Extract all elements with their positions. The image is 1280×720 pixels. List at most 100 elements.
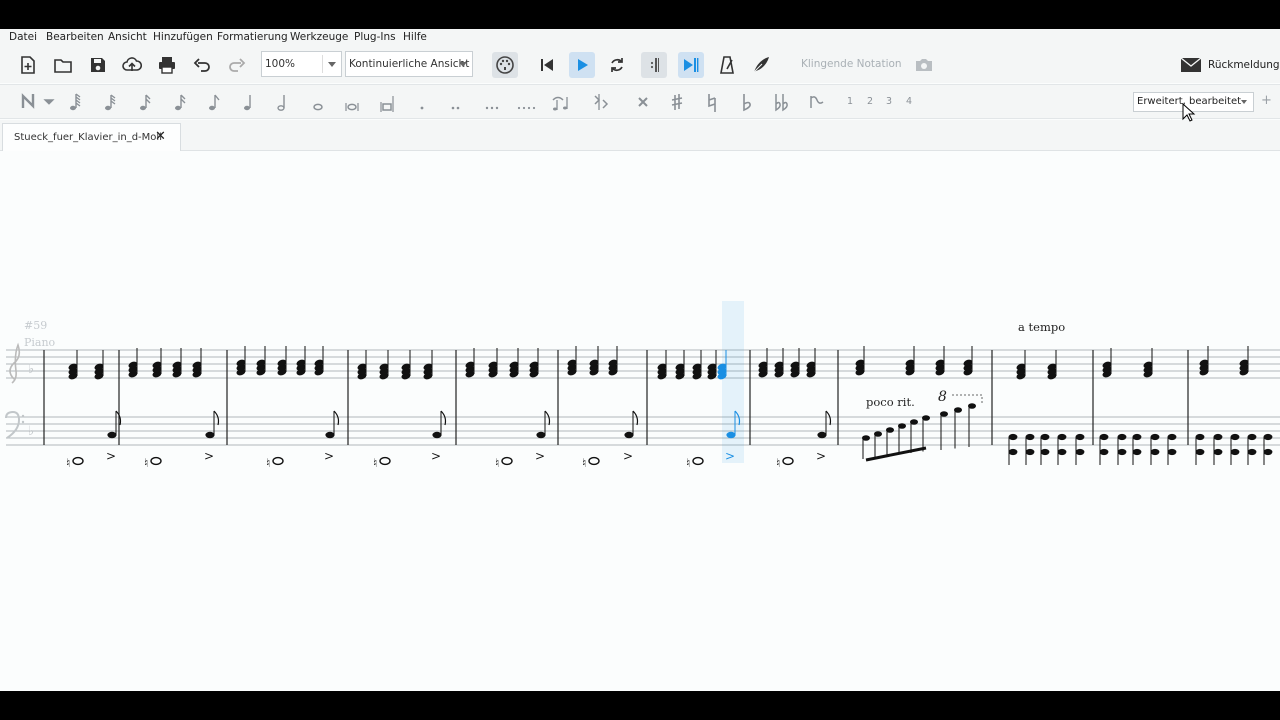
midi-input-button[interactable] xyxy=(492,52,518,78)
add-workspace-button[interactable]: + xyxy=(1261,93,1272,108)
menu-plugins[interactable]: Plug-Ins xyxy=(354,31,396,43)
print-button[interactable] xyxy=(154,52,180,78)
note-input-mode-button[interactable] xyxy=(18,91,40,113)
bass-chord xyxy=(1040,433,1050,465)
rest-button[interactable] xyxy=(590,91,612,113)
triple-dot-icon xyxy=(485,106,499,110)
treble-chord xyxy=(1047,350,1057,380)
bass-chord xyxy=(1247,433,1257,465)
score-canvas[interactable]: #59 Piano ♭ ♭ ♮ > ♮ > ♮ > ♮ > ♮ > ♮ > ♮ > ♮ > a tempo p… xyxy=(0,151,1280,691)
rewind-button[interactable] xyxy=(534,52,560,78)
treble-chord xyxy=(707,350,717,380)
bass-chord xyxy=(1117,433,1127,465)
score-tab-bar: Stueck_fuer_Klavier_in_d-Moll ✕ xyxy=(0,120,1280,151)
concert-pitch-toggle[interactable]: Klingende Notation xyxy=(801,58,902,70)
quarter-note-icon xyxy=(244,95,251,111)
menu-werkzeuge[interactable]: Werkzeuge xyxy=(290,31,348,43)
ottava-line xyxy=(952,394,983,403)
double-sharp-button[interactable] xyxy=(632,91,654,113)
redo-button[interactable] xyxy=(224,52,250,78)
undo-button[interactable] xyxy=(189,52,215,78)
voice-4-button[interactable]: 4 xyxy=(906,96,912,107)
menu-bearbeiten[interactable]: Bearbeiten xyxy=(46,31,104,43)
treble-chord xyxy=(152,348,162,378)
eighth-notehead xyxy=(624,431,634,439)
voice-2-button[interactable]: 2 xyxy=(867,96,873,107)
sixteenth-note-icon xyxy=(140,94,151,111)
duration-breve-button[interactable] xyxy=(341,91,363,113)
loop-button[interactable] xyxy=(604,52,630,78)
tempo-marking: a tempo xyxy=(1018,320,1065,334)
image-capture-button[interactable] xyxy=(911,52,937,78)
input-mode-dropdown[interactable] xyxy=(42,91,56,113)
augmentation-dot-button[interactable] xyxy=(411,91,433,113)
zoom-combobox[interactable]: 100% xyxy=(261,51,342,77)
tab-score[interactable]: Stueck_fuer_Klavier_in_d-Moll ✕ xyxy=(2,123,181,151)
quadruple-dot-button[interactable] xyxy=(515,91,537,113)
feedback-label: Rückmeldung xyxy=(1208,59,1280,71)
bass-voice: ♮ > xyxy=(144,410,220,470)
note-flag xyxy=(825,410,832,426)
view-mode-combobox[interactable]: Kontinuierliche Ansicht xyxy=(345,51,473,77)
notehead xyxy=(1195,448,1205,456)
flat-icon xyxy=(743,94,751,112)
bass-voice: ♮ > xyxy=(266,410,340,470)
sharp-button[interactable] xyxy=(666,91,688,113)
upload-button[interactable] xyxy=(119,52,145,78)
playback-settings-button[interactable] xyxy=(748,52,774,78)
loop-in-button[interactable] xyxy=(641,52,667,78)
menu-hinzufuegen[interactable]: Hinzufügen xyxy=(153,31,213,43)
key-signature: ♭ ♭ xyxy=(28,362,34,439)
double-flat-button[interactable] xyxy=(771,91,793,113)
notehead xyxy=(1040,433,1050,441)
accent-mark: > xyxy=(106,449,116,463)
mouse-cursor-icon xyxy=(1182,103,1196,122)
skip-back-icon xyxy=(541,59,553,71)
menu-formatierung[interactable]: Formatierung xyxy=(217,31,288,43)
metronome-button[interactable] xyxy=(714,52,740,78)
feedback-button[interactable]: Rückmeldung xyxy=(1180,55,1280,75)
duration-8th-button[interactable] xyxy=(204,91,226,113)
flat-button[interactable] xyxy=(736,91,758,113)
duration-half-button[interactable] xyxy=(272,91,294,113)
duration-64th-button[interactable] xyxy=(65,91,87,113)
natural-button[interactable] xyxy=(701,91,723,113)
menu-ansicht[interactable]: Ansicht xyxy=(108,31,147,43)
open-button[interactable] xyxy=(50,52,76,78)
notehead xyxy=(1075,448,1085,456)
loop-in-icon xyxy=(650,58,659,72)
chevron-down-icon xyxy=(1241,100,1247,104)
accent-mark: > xyxy=(204,449,214,463)
treble-chord xyxy=(401,350,411,380)
bass-chord xyxy=(1263,433,1273,465)
treble-chord xyxy=(423,350,433,380)
voice-1-button[interactable]: 1 xyxy=(847,96,853,107)
play-button[interactable] xyxy=(569,52,595,78)
eighth-notehead xyxy=(107,431,117,439)
menu-datei[interactable]: Datei xyxy=(9,31,37,43)
voice-3-button[interactable]: 3 xyxy=(886,96,892,107)
duration-longa-button[interactable] xyxy=(376,91,398,113)
menu-hilfe[interactable]: Hilfe xyxy=(403,31,427,43)
bass-chord xyxy=(1008,433,1018,465)
close-icon[interactable]: ✕ xyxy=(155,129,166,144)
note-flag xyxy=(333,410,340,426)
note-flag xyxy=(544,410,551,426)
svg-text:♭: ♭ xyxy=(28,424,34,439)
duration-whole-button[interactable] xyxy=(307,91,329,113)
tie-button[interactable] xyxy=(550,91,572,113)
notehead xyxy=(1150,433,1160,441)
eighth-notehead xyxy=(536,431,546,439)
save-button[interactable] xyxy=(85,52,111,78)
triple-dot-button[interactable] xyxy=(481,91,503,113)
new-score-button[interactable] xyxy=(15,52,41,78)
duration-32nd-button[interactable] xyxy=(100,91,122,113)
duration-16th-alt-button[interactable] xyxy=(170,91,192,113)
natural-accidental: ♮ xyxy=(373,456,377,470)
double-dot-button[interactable] xyxy=(445,91,467,113)
loop-out-button[interactable] xyxy=(678,52,704,78)
flip-button[interactable] xyxy=(806,91,828,113)
duration-quarter-button[interactable] xyxy=(238,91,260,113)
duration-16th-button[interactable] xyxy=(135,91,157,113)
treble-chord xyxy=(905,346,915,376)
